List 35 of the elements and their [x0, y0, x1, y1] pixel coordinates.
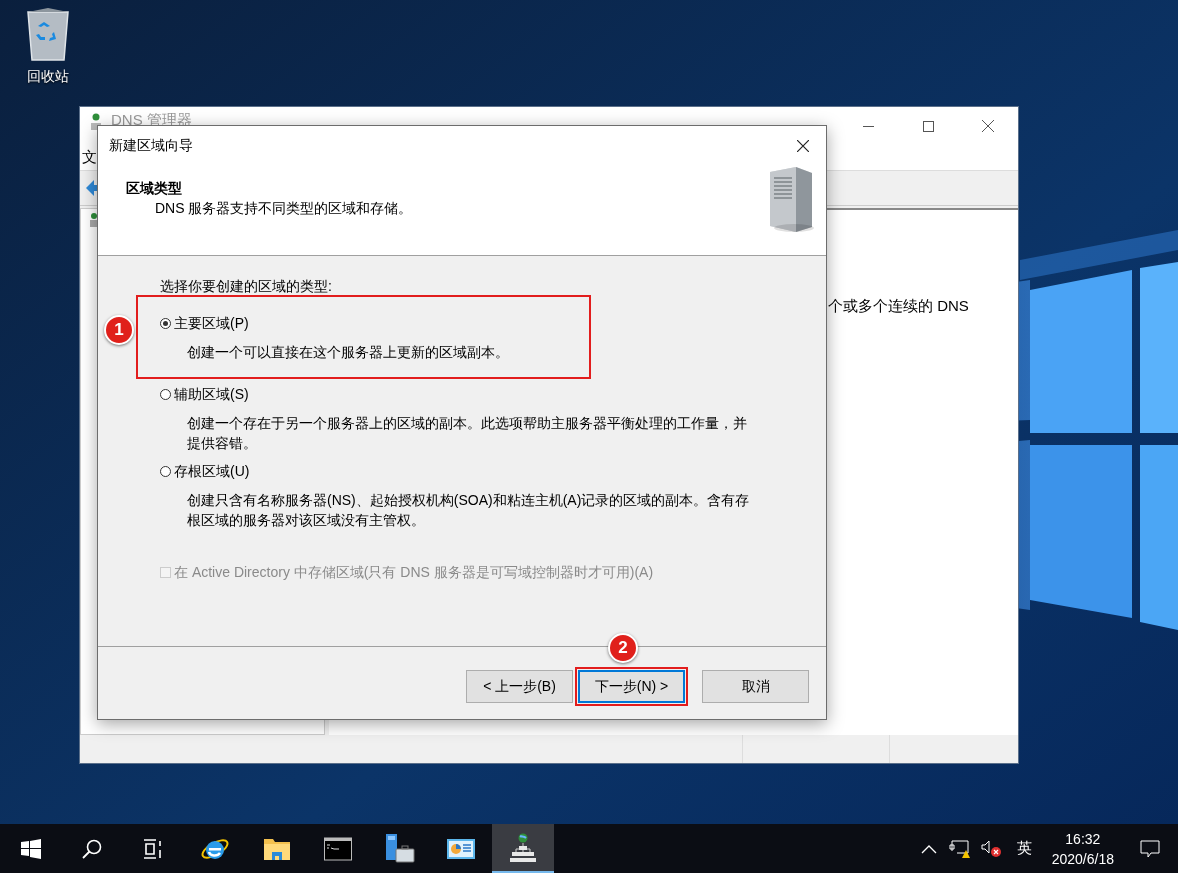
recycle-bin-icon[interactable] — [24, 6, 72, 62]
radio-option[interactable]: 辅助区域(S) — [160, 384, 766, 404]
option-description: 创建一个可以直接在这个服务器上更新的区域副本。 — [187, 343, 510, 362]
radio-option[interactable]: 主要区域(P) — [160, 313, 766, 333]
input-language-indicator[interactable]: 英 — [1016, 837, 1032, 860]
option-description: 创建一个存在于另一个服务器上的区域的副本。此选项帮助主服务器平衡处理的工作量，并提供容错。 — [187, 414, 748, 453]
folder-icon — [262, 836, 291, 861]
step-subtitle: DNS 服务器支持不同类型的区域和存储。 — [155, 199, 413, 218]
step-number-badge: 1 — [104, 315, 134, 345]
prompt-text: 选择你要创建的区域的类型: — [160, 277, 333, 296]
chevron-up-icon[interactable] — [920, 843, 937, 854]
control-panel-icon — [447, 837, 476, 860]
dialog-button[interactable]: 取消 — [702, 670, 809, 703]
terminal-icon — [324, 836, 353, 861]
taskbar-button[interactable] — [492, 824, 554, 873]
description-text: 个或多个连续的 DNS — [828, 297, 969, 314]
server-toolbox-icon — [383, 832, 416, 865]
option-description: 创建只含有名称服务器(NS)、起始授权机构(SOA)和粘连主机(A)记录的区域的副本。含有存根区域的服务器对该区域没有主管权。 — [187, 491, 751, 530]
menu-item[interactable]: 文 — [82, 146, 97, 169]
dialog-button[interactable]: < 上一步(B) — [466, 670, 573, 703]
dialog-title: 新建区域向导 — [109, 136, 193, 155]
step-number-badge: 2 — [608, 633, 638, 663]
notification-icon[interactable] — [1140, 839, 1160, 858]
radio-option[interactable]: 存根区域(U) — [160, 461, 766, 481]
search-icon — [81, 837, 104, 860]
close-icon[interactable] — [982, 120, 994, 132]
desktop-icon-label: 回收站 — [27, 67, 69, 86]
speaker-muted-icon[interactable] — [980, 839, 1003, 858]
clock[interactable]: 16:32 2020/6/18 — [1043, 828, 1122, 869]
windows-logo-icon — [20, 838, 41, 859]
step-title: 区域类型 — [126, 179, 183, 198]
network-warning-icon[interactable] — [948, 838, 971, 859]
network-globe-icon — [508, 832, 537, 863]
dialog-button[interactable]: 下一步(N) > — [578, 670, 685, 703]
close-icon[interactable] — [797, 139, 809, 152]
